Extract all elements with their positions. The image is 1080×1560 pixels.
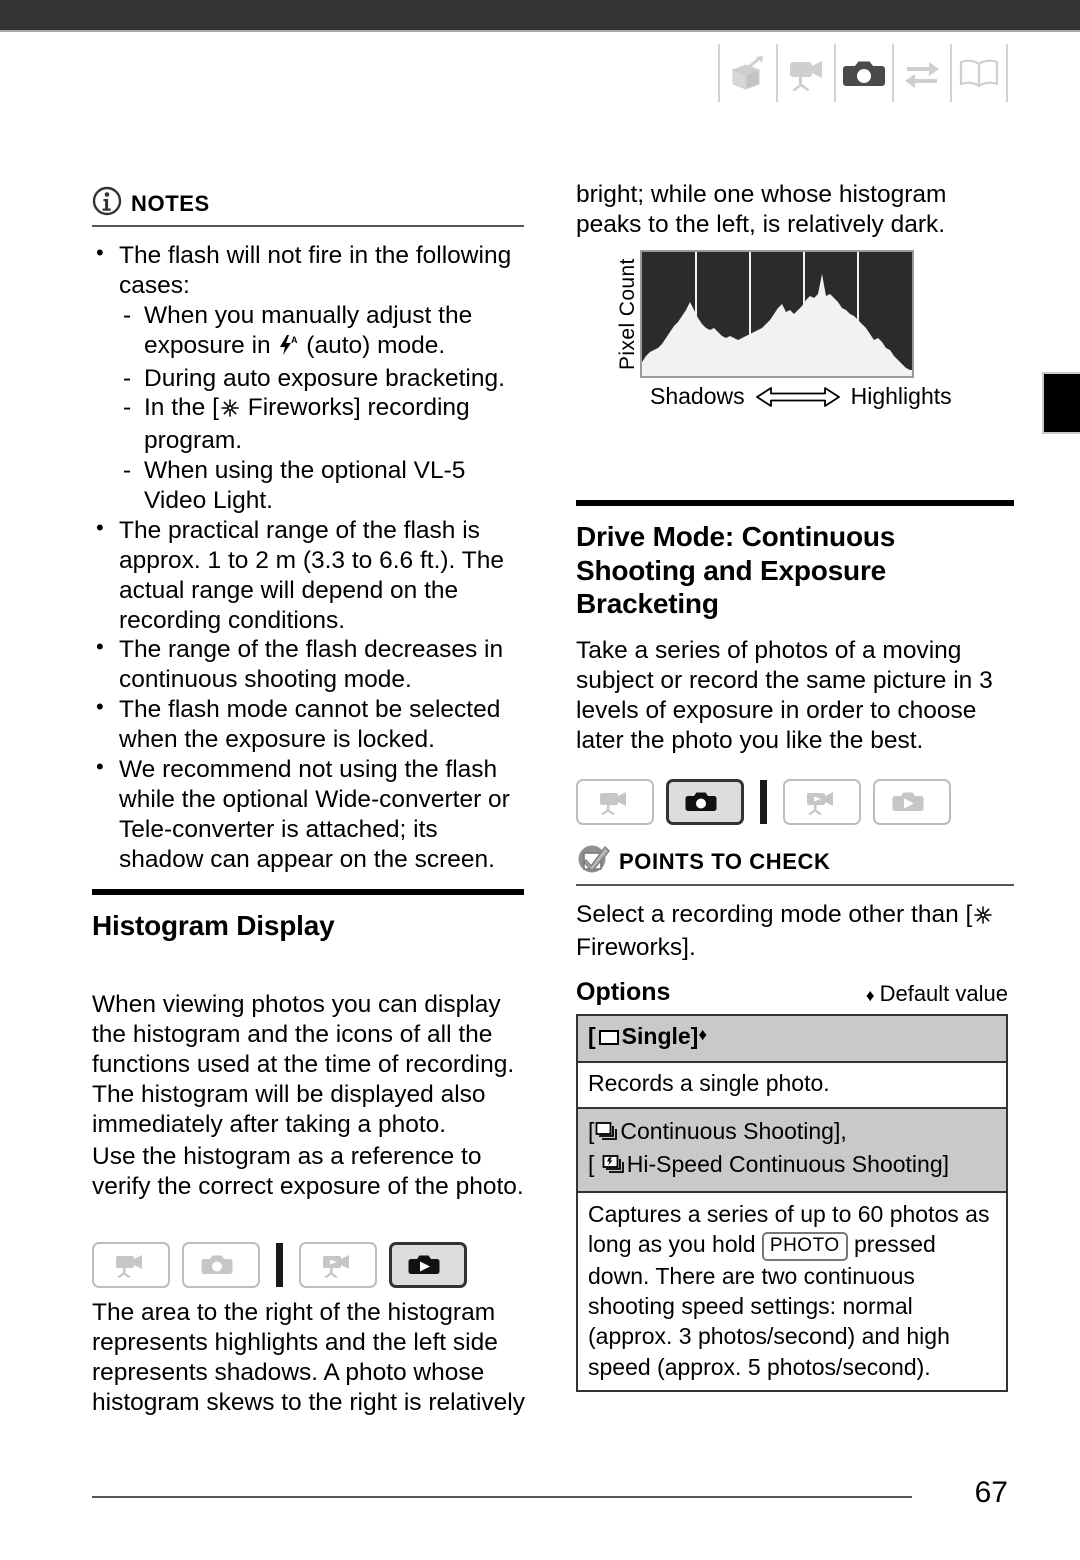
notes-bullet-item: The flash will not fire in the following… bbox=[92, 240, 524, 516]
histogram-display-section: Histogram Display bbox=[92, 889, 524, 943]
photo-playback-mode-button[interactable] bbox=[873, 779, 951, 825]
page-top-band bbox=[0, 0, 1080, 32]
page-number: 67 bbox=[974, 1476, 1008, 1509]
movie-record-mode-button[interactable] bbox=[92, 1242, 170, 1288]
histogram-plot bbox=[640, 250, 914, 378]
drive-mode-intro: Take a series of photos of a moving subj… bbox=[576, 637, 993, 754]
option-continuous-line: [Continuous Shooting], bbox=[588, 1116, 996, 1149]
svg-text:A: A bbox=[291, 335, 298, 345]
checkbox-check-icon bbox=[576, 843, 610, 880]
photo-camera-icon bbox=[834, 44, 892, 102]
notes-title: NOTES bbox=[131, 190, 210, 216]
hispeed-continuous-shooting-icon bbox=[602, 1154, 626, 1180]
points-to-check-banner: POINTS TO CHECK bbox=[576, 843, 1014, 880]
video-camera-icon bbox=[776, 44, 834, 102]
fireworks-icon bbox=[220, 397, 240, 424]
flash-auto-icon: A bbox=[278, 334, 298, 362]
movie-record-mode-button[interactable] bbox=[576, 779, 654, 825]
notes-bullet-item: The practical range of the flash is appr… bbox=[92, 515, 524, 636]
histogram-paragraph-2: Use the histogram as a reference to veri… bbox=[92, 1143, 524, 1200]
option-row-single-header: [Single]♦ bbox=[578, 1016, 1006, 1063]
option-row-continuous-header: [Continuous Shooting], [ Hi-Speed Contin… bbox=[578, 1106, 1006, 1193]
section-rule bbox=[576, 500, 1014, 506]
points-to-check-text: Select a recording mode other than [ Fir… bbox=[576, 900, 1014, 963]
histogram-y-axis-label: Pixel Count bbox=[616, 258, 639, 370]
section-rule bbox=[92, 889, 524, 895]
double-arrow-icon bbox=[755, 386, 841, 408]
points-to-check-block: POINTS TO CHECK Select a recording mode … bbox=[576, 843, 1014, 963]
notes-bullet-item: The range of the flash decreases in cont… bbox=[92, 634, 524, 695]
notes-bullet-item: We recommend not using the flash while t… bbox=[92, 754, 524, 875]
movie-playback-mode-button[interactable] bbox=[299, 1242, 377, 1288]
option-row-single-body: Records a single photo. bbox=[578, 1063, 1006, 1107]
header-icon-strip bbox=[718, 44, 1008, 102]
notes-divider bbox=[92, 225, 524, 227]
single-frame-icon bbox=[597, 1026, 621, 1052]
default-marker-icon: ♦ bbox=[865, 986, 875, 1005]
options-header-row: Options ♦ Default value bbox=[576, 978, 1008, 1007]
notes-bullet-list: The flash will not fire in the following… bbox=[92, 240, 524, 875]
option-row-continuous-body: Captures a series of up to 60 photos as … bbox=[578, 1192, 1006, 1391]
photo-playback-mode-button[interactable] bbox=[389, 1242, 467, 1288]
options-label: Options bbox=[576, 978, 671, 1006]
mode-button-row-drive bbox=[576, 779, 951, 825]
photo-record-mode-button[interactable] bbox=[666, 779, 744, 825]
notes-sub-item: In the [ Fireworks] recording program. bbox=[119, 393, 524, 456]
default-marker-icon: ♦ bbox=[698, 1025, 708, 1044]
photo-record-mode-button[interactable] bbox=[182, 1242, 260, 1288]
notes-bullet-item: The flash mode cannot be selected when t… bbox=[92, 694, 524, 755]
notes-sub-item: When you manually adjust the exposure in… bbox=[119, 301, 524, 364]
mode-group-separator bbox=[760, 780, 767, 824]
info-circle-icon bbox=[92, 186, 122, 221]
section-title: Drive Mode: Continuous Shooting and Expo… bbox=[576, 521, 896, 620]
fireworks-icon bbox=[973, 904, 993, 931]
histogram-shadows-label: Shadows bbox=[650, 383, 745, 409]
options-block: Options ♦ Default value [Single]♦ Record… bbox=[576, 978, 1008, 1393]
exchange-arrows-icon bbox=[892, 44, 950, 102]
notes-sub-list: When you manually adjust the exposure in… bbox=[119, 301, 524, 516]
continued-text: bright; while one whose histogram peaks … bbox=[576, 181, 947, 238]
histogram-highlights-label: Highlights bbox=[850, 383, 952, 409]
mode-button-row-histogram bbox=[92, 1242, 467, 1288]
default-value-label: Default value bbox=[879, 981, 1008, 1006]
chapter-edge-tab bbox=[1042, 372, 1080, 434]
histogram-paragraph-3: The area to the right of the histogram r… bbox=[92, 1299, 525, 1416]
drive-mode-section-heading: Drive Mode: Continuous Shooting and Expo… bbox=[576, 500, 1014, 621]
notes-banner: NOTES bbox=[92, 186, 524, 221]
notes-block: NOTES The flash will not fire in the fol… bbox=[92, 186, 524, 874]
histogram-figure: Pixel Count Shadows Highlights bbox=[612, 250, 952, 410]
notes-sub-item: When using the optional VL-5 Video Light… bbox=[119, 456, 524, 516]
options-table: [Single]♦ Records a single photo. [Conti… bbox=[576, 1014, 1008, 1393]
movie-playback-mode-button[interactable] bbox=[783, 779, 861, 825]
histogram-paragraph-1: When viewing photos you can display the … bbox=[92, 991, 515, 1138]
photo-key-icon: PHOTO bbox=[761, 1231, 848, 1261]
continuous-shooting-icon bbox=[595, 1121, 619, 1147]
option-hispeed-line: [ Hi-Speed Continuous Shooting] bbox=[588, 1149, 996, 1182]
points-to-check-title: POINTS TO CHECK bbox=[619, 848, 831, 874]
mode-group-separator bbox=[276, 1243, 283, 1287]
notes-sub-item: During auto exposure bracketing. bbox=[119, 364, 524, 394]
default-value-legend: ♦ Default value bbox=[866, 981, 1008, 1007]
box-open-arrow-icon bbox=[718, 44, 776, 102]
histogram-axis-labels: Shadows Highlights bbox=[612, 383, 952, 410]
page-title: Histogram Display bbox=[92, 910, 335, 941]
points-to-check-divider bbox=[576, 884, 1014, 886]
footer-rule bbox=[92, 1496, 912, 1498]
open-book-icon bbox=[950, 44, 1008, 102]
